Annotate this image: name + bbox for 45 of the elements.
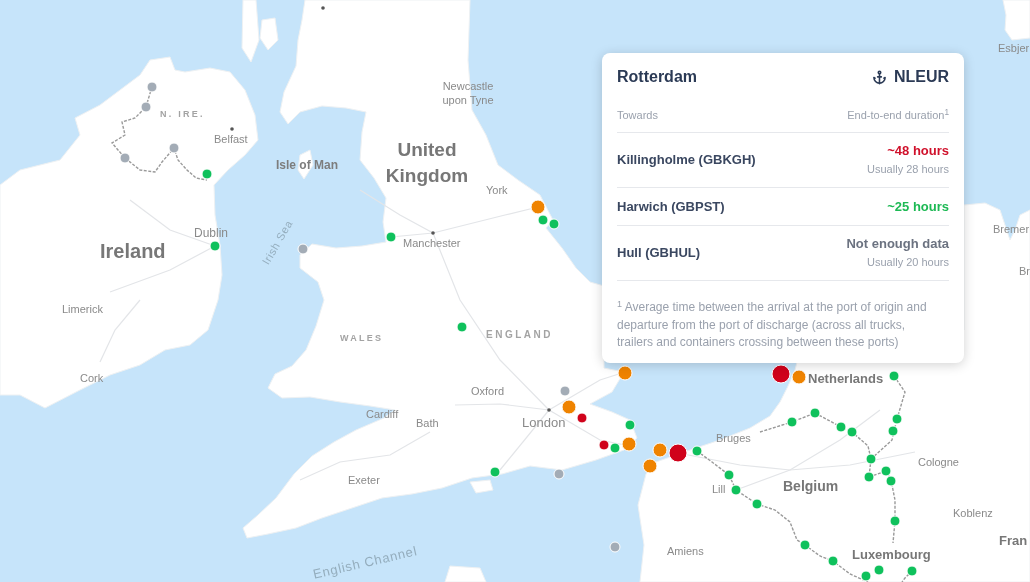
port-name: Hull (GBHUL)	[617, 244, 701, 263]
country-label: Belgium	[783, 478, 839, 494]
duration-value: Not enough data	[846, 235, 949, 252]
city-label: Cardiff	[366, 407, 399, 422]
city-label: Koblenz	[953, 506, 993, 521]
city-label: Newcastle upon Tyne	[441, 79, 495, 107]
city-label: Cologne	[918, 455, 959, 470]
city-label: Br	[1019, 264, 1030, 279]
footnote: $^{1}$ Average time between the arrival at the port of origin and departure from the port of discharge (across all trucks, trailers and containers crossing between these ports)	[617, 299, 928, 351]
region-label: WALES	[340, 332, 384, 345]
city-label: London	[522, 415, 566, 430]
sea-label: English Channel	[311, 542, 420, 582]
duration-value: ~25 hours	[887, 197, 949, 215]
column-header: End-to-end duration$^{1}$	[847, 107, 949, 123]
port-code: NLEUR	[893, 67, 949, 87]
city-label: Lill	[712, 482, 726, 497]
country-label: United Kingdom	[384, 138, 470, 188]
anchor-icon	[871, 69, 887, 85]
city-label: Amiens	[667, 544, 704, 559]
city-label: Cork	[80, 371, 104, 386]
port-name: Killingholme (GBKGH)	[617, 150, 756, 169]
island-label: Isle of Man	[276, 157, 338, 174]
city-label: Oxford	[471, 384, 504, 399]
city-label: Bath	[416, 416, 439, 431]
country-label: Ireland	[100, 239, 166, 264]
city-label: Bruges	[716, 431, 751, 446]
region-label: N. IRE.	[160, 108, 205, 121]
city-label: Limerick	[62, 302, 103, 317]
city-label: Esbjer	[998, 41, 1030, 56]
city-label: Dublin	[194, 225, 229, 242]
city-label: Bremer	[993, 222, 1030, 237]
column-header: Towards	[617, 108, 658, 123]
city-label: York	[486, 183, 508, 198]
country-label: Netherlands	[808, 371, 884, 386]
usual-duration: Usually 28 hours	[867, 161, 949, 177]
city-label: Belfast	[214, 132, 248, 147]
country-label: Luxembourg	[852, 547, 931, 562]
country-label: Fran	[999, 533, 1028, 548]
city-label: Manchester	[403, 236, 461, 251]
region-label: ENGLAND	[486, 328, 553, 342]
duration-value: ~48 hours	[887, 141, 949, 159]
city-label: Exeter	[348, 473, 380, 488]
popup-title: Rotterdam	[617, 67, 697, 87]
usual-duration: Usually 20 hours	[867, 255, 949, 270]
port-name: Harwich (GBPST)	[617, 197, 725, 216]
